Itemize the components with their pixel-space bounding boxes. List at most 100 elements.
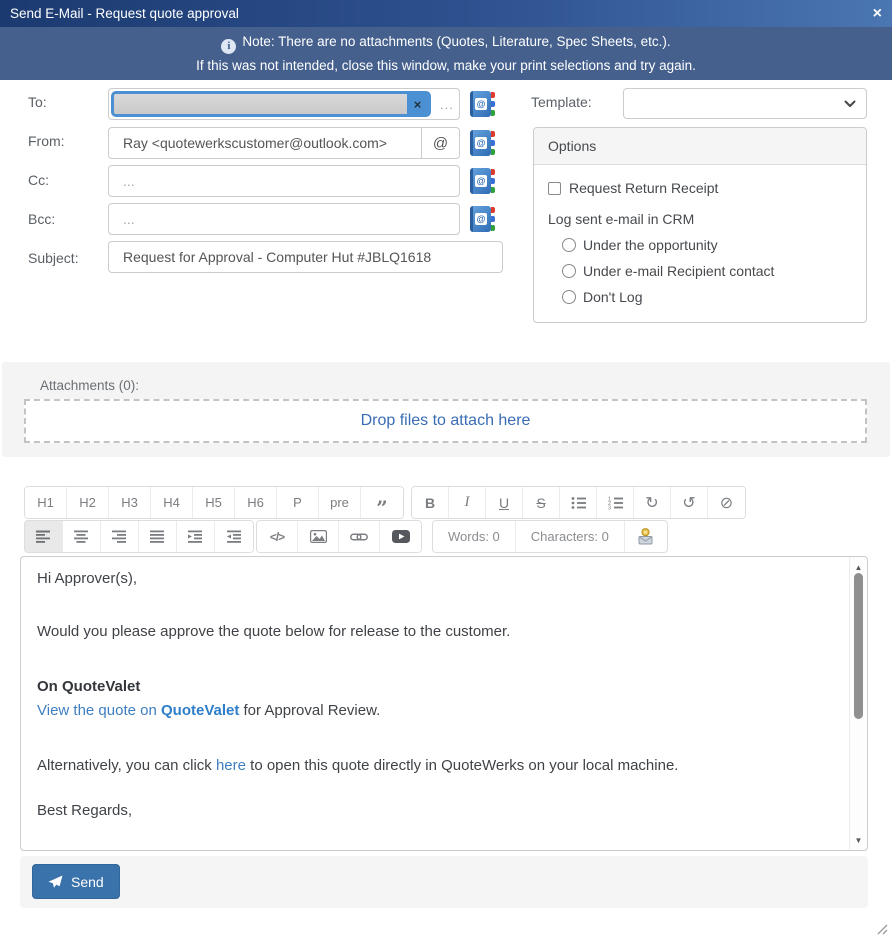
indent-icon[interactable] — [177, 521, 215, 552]
bcc-label: Bcc: — [28, 211, 55, 227]
heading1-button[interactable]: H1 — [25, 487, 67, 518]
to-address-book-icon[interactable]: @ — [470, 91, 491, 117]
note-banner-line1: iNote: There are no attachments (Quotes,… — [221, 34, 670, 54]
alternative-line: Alternatively, you can click here to ope… — [37, 756, 839, 775]
template-label: Template: — [531, 94, 592, 110]
email-body-editor[interactable]: Hi Approver(s), Would you please approve… — [20, 556, 868, 851]
template-select[interactable] — [623, 88, 867, 119]
log-under-opportunity-option[interactable]: Under the opportunity — [562, 237, 852, 253]
blockquote-icon[interactable]: ” — [361, 487, 403, 518]
insert-video-icon[interactable] — [380, 521, 421, 552]
ordered-list-icon[interactable]: 1 2 3 — [597, 487, 634, 518]
word-count: Words: 0 — [433, 521, 516, 552]
window-title: Send E-Mail - Request quote approval — [10, 6, 239, 21]
send-email-window: Send E-Mail - Request quote approval × i… — [0, 0, 892, 939]
cc-label: Cc: — [28, 172, 49, 188]
paragraph-button[interactable]: P — [277, 487, 319, 518]
svg-text:3: 3 — [608, 505, 611, 509]
heading2-button[interactable]: H2 — [67, 487, 109, 518]
window-titlebar: Send E-Mail - Request quote approval × — [0, 0, 892, 27]
signature-line: Ray — [37, 846, 839, 851]
underline-button[interactable]: U — [486, 487, 523, 518]
heading4-button[interactable]: H4 — [151, 487, 193, 518]
log-under-recipient-option[interactable]: Under e-mail Recipient contact — [562, 263, 852, 279]
from-value[interactable]: Ray <quotewerkscustomer@outlook.com> — [109, 135, 387, 151]
quotevalet-heading: On QuoteValet — [37, 677, 839, 696]
align-justify-icon[interactable] — [139, 521, 177, 552]
log-under-recipient-radio[interactable] — [562, 264, 576, 278]
quotevalet-link[interactable]: QuoteValet — [161, 702, 239, 719]
cc-placeholder: ... — [109, 173, 135, 189]
italic-button[interactable]: I — [449, 487, 486, 518]
heading3-button[interactable]: H3 — [109, 487, 151, 518]
return-receipt-option[interactable]: Request Return Receipt — [548, 180, 852, 196]
resize-handle[interactable] — [877, 924, 888, 935]
email-content: Hi Approver(s), Would you please approve… — [37, 569, 839, 851]
editor-scrollbar[interactable]: ▲ ▼ — [849, 557, 867, 850]
subject-label: Subject: — [28, 250, 79, 266]
closing-line: Best Regards, — [37, 801, 839, 820]
remove-recipient-icon[interactable]: × — [407, 94, 428, 114]
strikethrough-button[interactable]: S — [523, 487, 560, 518]
options-panel: Options Request Return Receipt Log sent … — [533, 127, 867, 323]
view-quote-link[interactable]: View the quote on — [37, 702, 161, 719]
cc-input[interactable]: ... — [108, 165, 460, 197]
return-receipt-checkbox[interactable] — [548, 182, 561, 195]
from-label: From: — [28, 133, 65, 149]
unordered-list-icon[interactable] — [560, 487, 597, 518]
bold-button[interactable]: B — [412, 487, 449, 518]
format-toolbar-group: H1 H2 H3 H4 H5 H6 P pre ” — [24, 486, 404, 519]
bcc-placeholder: ... — [109, 211, 135, 227]
to-more-button[interactable]: ... — [440, 97, 454, 112]
heading5-button[interactable]: H5 — [193, 487, 235, 518]
bcc-input[interactable]: ... — [108, 203, 460, 235]
attachments-dropzone[interactable]: Drop files to attach here — [24, 399, 867, 443]
preformatted-button[interactable]: pre — [319, 487, 361, 518]
close-icon[interactable]: × — [873, 6, 882, 22]
align-right-icon[interactable] — [101, 521, 139, 552]
from-address-book-icon[interactable]: @ — [470, 130, 491, 156]
style-toolbar-group: B I U S 1 2 3 ↻ ↺ ⊘ — [411, 486, 746, 519]
dont-log-radio[interactable] — [562, 290, 576, 304]
log-under-opportunity-radio[interactable] — [562, 238, 576, 252]
insert-link-icon[interactable] — [339, 521, 380, 552]
attachments-section: Attachments (0): Drop files to attach he… — [2, 362, 890, 457]
align-left-icon[interactable] — [25, 521, 63, 552]
dont-log-option[interactable]: Don't Log — [562, 289, 852, 305]
info-icon: i — [221, 39, 236, 54]
redo-icon[interactable]: ↻ — [634, 487, 671, 518]
return-receipt-label: Request Return Receipt — [569, 180, 718, 196]
counter-toolbar-group: Words: 0 Characters: 0 — [432, 520, 668, 553]
align-center-icon[interactable] — [63, 521, 101, 552]
options-panel-header: Options — [534, 128, 866, 165]
to-recipient-token-body[interactable] — [114, 94, 407, 114]
here-link[interactable]: here — [216, 757, 246, 774]
outdent-icon[interactable] — [215, 521, 253, 552]
from-input[interactable]: Ray <quotewerkscustomer@outlook.com> @ — [108, 127, 460, 159]
cc-address-book-icon[interactable]: @ — [470, 168, 491, 194]
bcc-address-book-icon[interactable]: @ — [470, 206, 491, 232]
heading6-button[interactable]: H6 — [235, 487, 277, 518]
log-crm-heading: Log sent e-mail in CRM — [548, 211, 852, 227]
dropzone-text: Drop files to attach here — [361, 412, 531, 430]
editor-footer: Send — [20, 856, 868, 908]
scroll-down-icon[interactable]: ▼ — [850, 832, 867, 848]
remove-format-icon[interactable]: ⊘ — [708, 487, 745, 518]
note-banner-line2: If this was not intended, close this win… — [196, 58, 696, 73]
insert-image-icon[interactable] — [298, 521, 339, 552]
subject-input[interactable]: Request for Approval - Computer Hut #JBL… — [108, 241, 503, 273]
to-recipient-token[interactable]: × — [111, 91, 431, 117]
email-stamp-icon[interactable] — [625, 521, 667, 552]
view-html-icon[interactable]: </> — [257, 521, 298, 552]
to-input[interactable]: × ... — [108, 88, 460, 120]
request-line: Would you please approve the quote below… — [37, 622, 839, 641]
send-button[interactable]: Send — [32, 864, 120, 899]
at-button[interactable]: @ — [421, 128, 459, 158]
insert-toolbar-group: </> — [256, 520, 422, 553]
undo-icon[interactable]: ↺ — [671, 487, 708, 518]
to-label: To: — [28, 94, 47, 110]
scrollbar-thumb[interactable] — [854, 573, 863, 719]
paper-plane-icon — [48, 875, 63, 889]
subject-value[interactable]: Request for Approval - Computer Hut #JBL… — [109, 249, 431, 265]
note-banner: iNote: There are no attachments (Quotes,… — [0, 27, 892, 80]
